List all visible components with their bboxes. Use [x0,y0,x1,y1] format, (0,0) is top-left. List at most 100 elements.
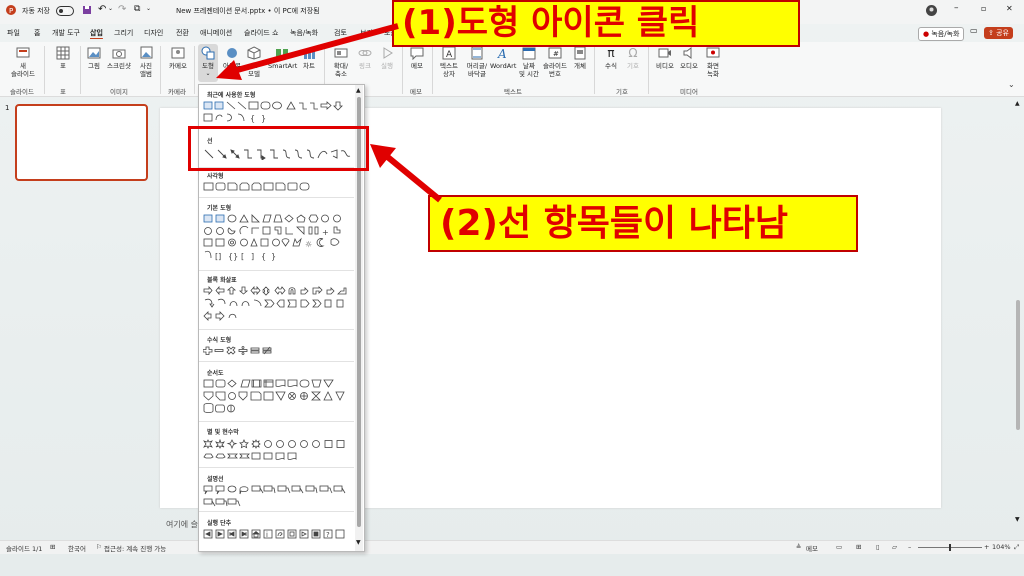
reading-view-icon[interactable]: ▯ [876,543,880,551]
section-block-arrows: 블록 화살표 [207,277,237,284]
language-label[interactable]: 한국어 [68,543,86,553]
zoom-level[interactable]: 104% [992,543,1011,551]
redo-icon[interactable]: ↷ [118,4,126,15]
tab-file[interactable]: 파일 [7,28,20,38]
vertical-scrollbar[interactable]: ▲ ▼ [1014,100,1022,540]
object-button[interactable]: 개체 [572,46,588,70]
ribbon-divider [402,46,403,94]
audio-button[interactable]: 오디오 [678,46,700,70]
document-title[interactable]: New 프레젠테이션 문서.pptx • 이 PC에 저장됨 [176,6,320,16]
record-dot-icon: ● [923,30,930,38]
new-slide-button[interactable]: 새 슬라이드 [8,46,38,78]
wordart-label: WordArt [490,62,517,70]
minimize-icon[interactable]: – [954,3,959,13]
tab-design[interactable]: 디자인 [144,28,163,38]
avatar[interactable] [926,5,937,16]
gallery-scroll-down-icon[interactable]: ▼ [356,539,361,546]
comment-button[interactable]: 메모 [408,46,426,70]
datetime-button[interactable]: 날짜 및 시간 [518,46,540,78]
header-footer-button[interactable]: 머리글/ 바닥글 [464,46,490,78]
qat-more-icon[interactable]: ⌄ [146,5,151,12]
autosave-state: 끔 [64,8,69,14]
section-equation-shapes: 수식 도형 [207,337,232,344]
cameo-button[interactable]: 카메오 [166,46,190,70]
ribbon-divider [432,46,433,94]
share-button[interactable]: ⇪ 공유 [984,27,1013,39]
table-button[interactable]: 표 [52,46,74,70]
notes-toggle[interactable]: 메모 [806,543,818,553]
zoom-slider-thumb[interactable] [949,544,951,551]
audio-label: 오디오 [680,62,698,70]
video-button[interactable]: 비디오 [654,46,676,70]
gallery-scroll-up-icon[interactable]: ▲ [356,87,361,94]
block-arrows-grid[interactable] [203,286,353,326]
wordart-icon: A [496,46,510,60]
slideshow-view-icon[interactable]: ▱ [892,543,897,551]
ribbon-divider [594,46,595,94]
svg-text:☼: ☼ [305,240,312,249]
cameo-label: 카메오 [169,62,187,70]
svg-text:{: { [261,252,266,261]
fit-slide-icon[interactable]: ⤢ [1014,543,1019,552]
basic-shapes-grid[interactable]: + ☼ [] {} [] {} [203,214,353,266]
svg-text:[]: [] [215,252,221,261]
recent-shapes-row[interactable]: {} [203,101,353,125]
symbol-button[interactable]: Ω 기호 [624,46,642,70]
screen-recording-button[interactable]: 화면 녹화 [702,46,724,78]
callouts-grid[interactable] [203,485,353,509]
picture-button[interactable]: 그림 [84,46,104,70]
svg-text:i: i [266,531,268,539]
tab-insert[interactable]: 삽입 [90,28,103,38]
screenshot-button[interactable]: 스크린샷 [106,46,132,70]
tab-draw[interactable]: 그리기 [114,28,133,38]
symbol-label: 기호 [627,62,639,70]
scroll-up-icon[interactable]: ▲ [1015,100,1020,107]
zoom-slider[interactable] [918,544,982,551]
svg-text:}: } [261,114,266,123]
group-slides-label: 슬라이드 [10,88,34,96]
slide-number-icon: # [548,46,562,60]
action-buttons-row[interactable]: i ? [203,529,353,541]
group-table-label: 표 [60,88,66,96]
tab-home[interactable]: 홈 [34,28,40,38]
photo-album-icon [139,46,153,60]
equation-button[interactable]: π 수식 [602,46,620,70]
spellcheck-icon[interactable]: ⊞ [50,543,55,551]
group-symbols-label: 기호 [616,88,628,96]
undo-dropdown-icon[interactable]: ⌄ [108,5,113,12]
highlight-lines-section [188,126,369,171]
tab-transitions[interactable]: 전환 [176,28,189,38]
comments-icon[interactable]: ▭ [970,26,978,35]
normal-view-icon[interactable]: ▭ [836,543,842,551]
close-icon[interactable]: ✕ [1006,4,1013,13]
rectangles-row[interactable] [203,182,353,192]
zoom-in-icon[interactable]: + [984,543,989,551]
stars-banners-grid[interactable] [203,439,353,463]
powerpoint-logo-icon: P [6,5,16,15]
datetime-label: 날짜 및 시간 [518,62,539,78]
scrollbar-thumb[interactable] [1016,300,1020,430]
undo-icon[interactable]: ↶ [98,4,106,15]
maximize-icon[interactable]: ▫ [981,4,986,13]
scroll-down-icon[interactable]: ▼ [1015,516,1020,523]
ribbon-collapse-icon[interactable]: ⌄ [1008,80,1015,89]
slide-thumbnail[interactable] [15,104,148,181]
arrow-to-lines-icon [370,144,442,203]
section-divider [199,270,354,271]
textbox-button[interactable]: A 텍스트 상자 [436,46,462,78]
save-icon[interactable] [82,5,92,15]
section-action-buttons: 실행 단추 [207,520,232,527]
zoom-out-icon[interactable]: – [908,543,911,551]
equation-shapes-row[interactable] [203,346,353,356]
new-slide-label: 새 슬라이드 [11,62,35,78]
accessibility-status[interactable]: 접근성: 계속 진행 가능 [104,543,166,553]
photo-album-button[interactable]: 사진 앨범 [136,46,156,78]
slideshow-start-icon[interactable]: ⧉ [134,4,140,14]
callout-lines-appear: (2)선 항목들이 나타남 [428,195,858,252]
slide-sorter-icon[interactable]: ⊞ [856,543,861,551]
slide-number-button[interactable]: # 슬라이드 번호 [542,46,568,78]
tab-developer[interactable]: 개발 도구 [52,28,80,38]
record-button[interactable]: ● 녹음/녹화 [918,27,965,41]
wordart-button[interactable]: A WordArt [490,46,516,70]
flowchart-grid[interactable] [203,379,353,419]
